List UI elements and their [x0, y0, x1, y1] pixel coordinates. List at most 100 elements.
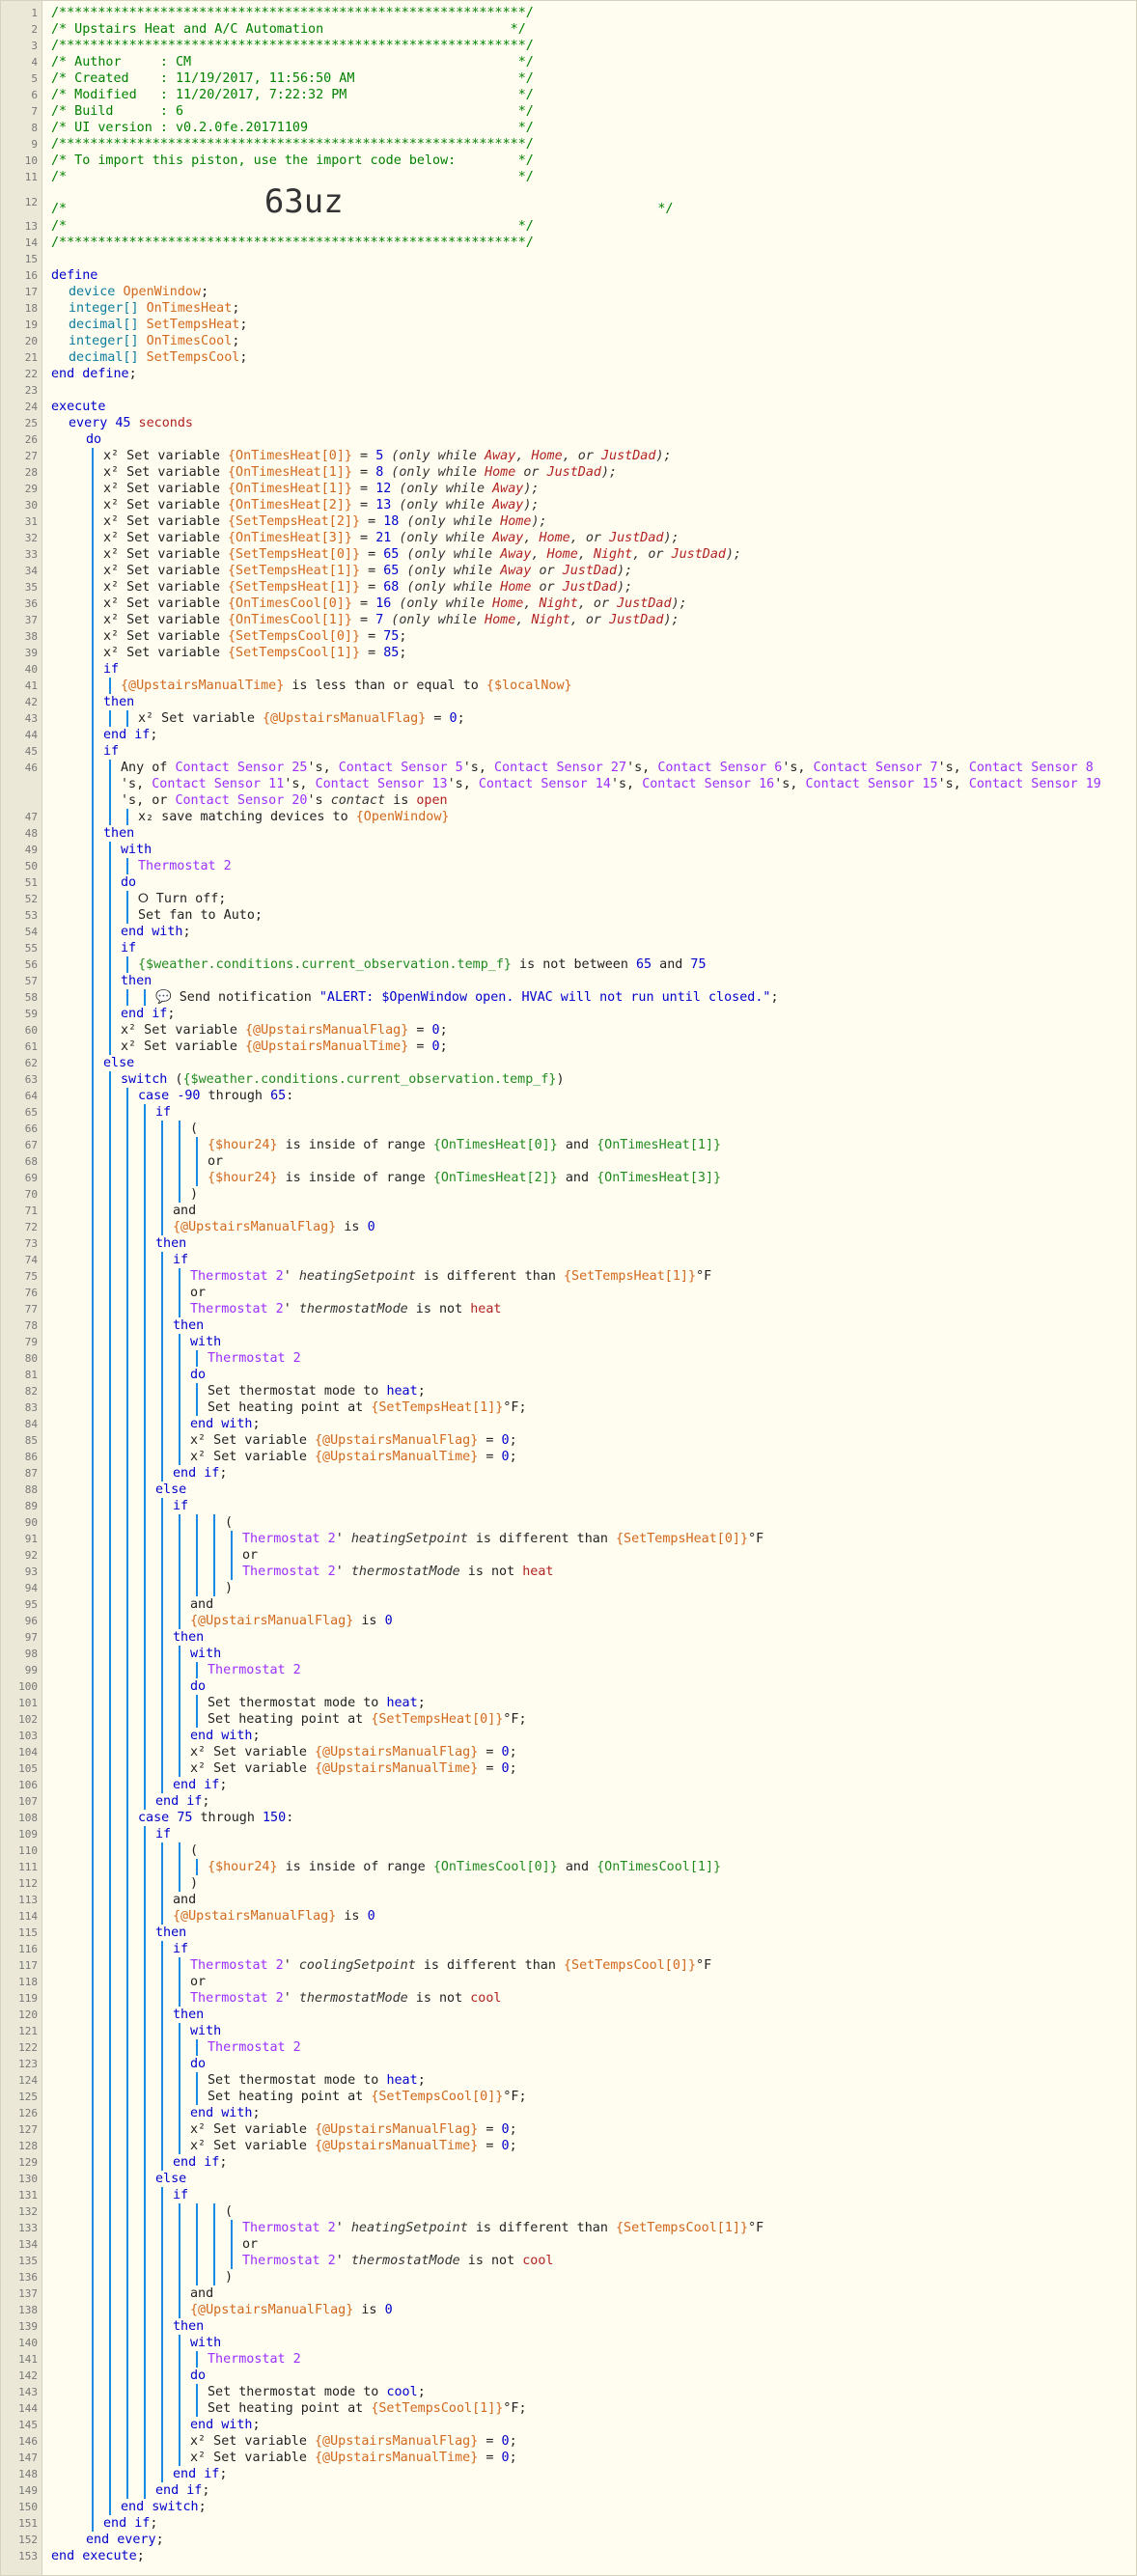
block-guide: [179, 2351, 180, 2368]
block-guide: [109, 2302, 111, 2318]
code-token: =: [352, 613, 376, 627]
code-token: and: [652, 957, 691, 972]
block-guide: [179, 1416, 180, 1432]
code-token: 0: [501, 1761, 510, 1776]
code-token: then: [173, 2008, 205, 2022]
code-token: is different than: [415, 1958, 564, 1973]
block-guide: [92, 2269, 94, 2285]
code-token: define: [51, 268, 98, 283]
block-guide: [144, 1596, 146, 1613]
block-guide: [144, 2466, 146, 2482]
code-token: =: [352, 449, 376, 463]
block-guide: [144, 2384, 146, 2400]
code-token: Contact Sensor 25: [175, 761, 308, 775]
code-token: {@UpstairsManualTime}: [245, 1039, 409, 1054]
block-guide: [144, 2072, 146, 2089]
block-guide: [144, 2007, 146, 2023]
code-token: end with: [190, 2418, 253, 2432]
block-guide: [92, 2007, 94, 2023]
block-guide: [144, 2105, 146, 2121]
block-guide: [126, 1383, 128, 1399]
block-guide: [126, 1908, 128, 1925]
code-token: 0: [501, 1745, 510, 1759]
block-guide: [179, 2056, 180, 2072]
block-guide: [92, 743, 94, 760]
block-guide: [179, 1350, 180, 1367]
block-guide: [161, 2039, 163, 2056]
code-token: Contact Sensor 14: [478, 777, 611, 791]
code-token: (: [167, 1072, 183, 1087]
code-token: 85: [383, 646, 400, 660]
block-guide: [92, 1596, 94, 1613]
code-token: heat: [470, 1302, 502, 1316]
code-line: then: [173, 1629, 204, 1646]
block-guide: [92, 1235, 94, 1252]
block-guide: [144, 1777, 146, 1793]
code-line: Set thermostat mode to heat;: [208, 2072, 426, 2089]
code-token: {SetTempsHeat[1]}: [228, 580, 361, 595]
code-token: if: [173, 1942, 189, 1956]
code-token: Thermostat 2: [208, 2352, 301, 2367]
block-guide: [109, 1826, 111, 1842]
code-line: ): [190, 1186, 198, 1203]
block-guide: [179, 2384, 180, 2400]
code-token: and: [173, 1204, 197, 1218]
code-token: ': [283, 1269, 299, 1284]
code-token: (only while: [399, 514, 501, 529]
code-token: ,: [523, 531, 540, 545]
block-guide: [109, 1301, 111, 1317]
code-token: end if: [173, 2467, 220, 2481]
block-guide: [126, 1235, 128, 1252]
block-guide: [126, 1974, 128, 1990]
block-guide: [144, 1875, 146, 1892]
code-token: (only while: [391, 482, 493, 496]
code-token: contact: [330, 793, 386, 808]
code-token: x² Set variable: [103, 449, 228, 463]
code-token: ): [225, 1581, 234, 1595]
block-guide: [109, 1596, 111, 1613]
code-token: Away: [485, 449, 516, 463]
block-guide: [92, 907, 94, 924]
block-guide: [179, 1186, 180, 1203]
block-guide: [109, 2433, 111, 2450]
block-guide: [144, 1760, 146, 1777]
block-guide: [92, 1367, 94, 1383]
block-guide: [126, 1104, 128, 1121]
code-token: then: [121, 974, 153, 988]
code-token: =: [352, 531, 376, 545]
block-guide: [92, 1449, 94, 1465]
block-guide: [161, 1170, 163, 1186]
code-token: x² Set variable: [190, 2434, 315, 2449]
code-token: 65: [635, 957, 652, 972]
code-line: x² Set variable {@UpstairsManualFlag} = …: [121, 1022, 448, 1039]
block-guide: [161, 2056, 163, 2072]
block-guide: [92, 1039, 94, 1055]
block-guide: [126, 1465, 128, 1482]
block-guide: [92, 2203, 94, 2220]
code-line: 's, Contact Sensor 11's, Contact Sensor …: [121, 776, 1101, 792]
piston-code-viewer: 1 2 3 4 5 6 7 8 9 10 11 12 13 14 15 16 17 18 19 20 21 22 23 24 2…: [0, 0, 1137, 2576]
code-token: with: [121, 843, 153, 857]
block-guide: [179, 1153, 180, 1170]
block-guide: [109, 2056, 111, 2072]
code-line: x² Set variable {OnTimesHeat[2]} = 13 (o…: [103, 497, 540, 513]
code-token: {OnTimesCool[1]}: [228, 613, 352, 627]
block-guide: [92, 1695, 94, 1711]
block-guide: [92, 1629, 94, 1646]
code-token: ;: [239, 318, 248, 332]
block-guide: [109, 1892, 111, 1908]
code-line: if: [121, 940, 136, 956]
code-token: else: [155, 2172, 187, 2186]
block-guide: [126, 989, 128, 1006]
code-token: ;: [239, 350, 248, 365]
code-line: then: [173, 2318, 204, 2335]
block-guide: [109, 1908, 111, 1925]
block-guide: [231, 1564, 233, 1580]
block-guide: [196, 2089, 198, 2105]
block-guide: [109, 2105, 111, 2121]
code-token: else: [103, 1056, 135, 1070]
code-token: with: [190, 2336, 222, 2350]
code-token: 0: [501, 2451, 510, 2465]
code-token: every: [69, 416, 116, 430]
block-guide: [161, 1186, 163, 1203]
